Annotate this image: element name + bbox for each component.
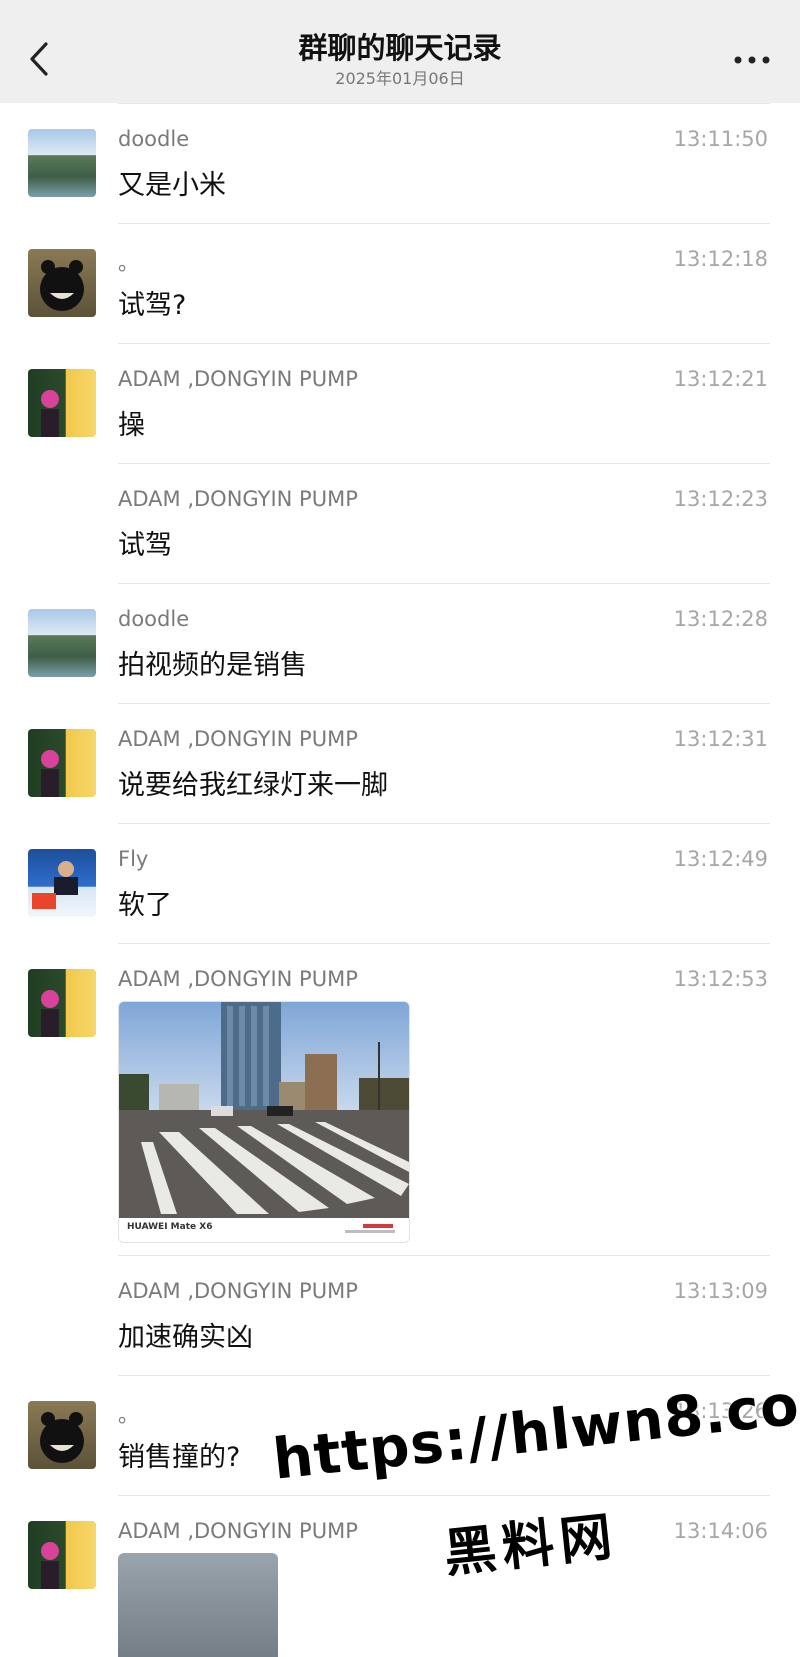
message-time: 13:12:53 [673, 967, 768, 991]
avatar[interactable] [28, 849, 96, 917]
message-item: 。 13:13:26 销售撞的? [0, 1375, 800, 1495]
sender-name: 。 [118, 1403, 139, 1427]
bear-avatar-image [40, 260, 84, 311]
divider [118, 943, 770, 944]
message-list[interactable]: doodle 13:11:50 又是小米 。 13:12:18 试驾? ADAM… [0, 103, 800, 1657]
message-text: 操 [118, 410, 145, 441]
avatar[interactable] [28, 729, 96, 797]
avatar[interactable] [28, 609, 96, 677]
message-item: doodle 13:12:28 拍视频的是销售 [0, 583, 800, 703]
divider [118, 823, 770, 824]
divider [118, 343, 770, 344]
divider [118, 1375, 770, 1376]
divider [118, 103, 770, 104]
message-time: 13:13:09 [673, 1279, 768, 1303]
message-item: ADAM ,DONGYIN PUMP 13:14:06 [0, 1495, 800, 1657]
bear-avatar-image [40, 1412, 84, 1463]
message-time: 13:13:26 [673, 1399, 768, 1423]
message-time: 13:14:06 [673, 1519, 768, 1543]
message-time: 13:11:50 [673, 127, 768, 151]
avatar[interactable] [28, 249, 96, 317]
photo-caption: HUAWEI Mate X6 [127, 1222, 213, 1232]
sender-name: ADAM ,DONGYIN PUMP [118, 487, 358, 511]
sender-name: ADAM ,DONGYIN PUMP [118, 727, 358, 751]
message-text: 试驾 [118, 530, 172, 561]
message-time: 13:12:49 [673, 847, 768, 871]
message-item: ADAM ,DONGYIN PUMP 13:13:09 加速确实凶 [0, 1255, 800, 1375]
sender-name: ADAM ,DONGYIN PUMP [118, 967, 358, 991]
avatar[interactable] [28, 1521, 96, 1589]
message-text: 加速确实凶 [118, 1322, 253, 1353]
message-text: 又是小米 [118, 170, 226, 201]
divider [118, 583, 770, 584]
message-item: ADAM ,DONGYIN PUMP 13:12:23 试驾 [0, 463, 800, 583]
message-item: ADAM ,DONGYIN PUMP 13:12:53 HUAWEI Mate … [0, 943, 800, 1255]
avatar[interactable] [28, 969, 96, 1037]
divider [118, 1495, 770, 1496]
person-avatar-image [32, 861, 78, 909]
message-time: 13:12:18 [673, 247, 768, 271]
message-item: ADAM ,DONGYIN PUMP 13:12:31 说要给我红绿灯来一脚 [0, 703, 800, 823]
message-time: 13:12:21 [673, 367, 768, 391]
message-item: Fly 13:12:49 软了 [0, 823, 800, 943]
moon-avatar-image [41, 1542, 59, 1589]
message-text: 软了 [118, 890, 172, 921]
image-message[interactable] [118, 1553, 278, 1657]
street-photo-image [119, 1002, 409, 1242]
divider [118, 703, 770, 704]
message-time: 13:12:31 [673, 727, 768, 751]
message-time: 13:12:23 [673, 487, 768, 511]
message-item: doodle 13:11:50 又是小米 [0, 103, 800, 223]
message-time: 13:12:28 [673, 607, 768, 631]
sender-name: Fly [118, 847, 149, 871]
chat-date: 2025年01月06日 [335, 69, 465, 88]
divider [118, 223, 770, 224]
sender-name: ADAM ,DONGYIN PUMP [118, 1279, 358, 1303]
message-text: 说要给我红绿灯来一脚 [118, 770, 388, 801]
more-button[interactable] [732, 48, 772, 72]
title-block: 群聊的聊天记录 2025年01月06日 [0, 28, 800, 90]
divider [118, 1255, 770, 1256]
message-text: 销售撞的? [118, 1442, 241, 1473]
image-message[interactable]: HUAWEI Mate X6 [118, 1001, 410, 1243]
message-text: 试驾? [118, 290, 187, 321]
message-item: ADAM ,DONGYIN PUMP 13:12:21 操 [0, 343, 800, 463]
avatar[interactable] [28, 1401, 96, 1469]
avatar[interactable] [28, 129, 96, 197]
message-item: 。 13:12:18 试驾? [0, 223, 800, 343]
divider [118, 463, 770, 464]
moon-avatar-image [41, 750, 59, 797]
chat-history-header: 群聊的聊天记录 2025年01月06日 [0, 0, 800, 103]
moon-avatar-image [41, 390, 59, 437]
sender-name: doodle [118, 127, 190, 151]
more-dots-icon [734, 56, 770, 64]
message-text: 拍视频的是销售 [118, 650, 307, 681]
sender-name: 。 [118, 251, 139, 275]
sender-name: ADAM ,DONGYIN PUMP [118, 367, 358, 391]
page-title: 群聊的聊天记录 [298, 31, 502, 65]
sender-name: ADAM ,DONGYIN PUMP [118, 1519, 358, 1543]
sender-name: doodle [118, 607, 190, 631]
moon-avatar-image [41, 990, 59, 1037]
avatar[interactable] [28, 369, 96, 437]
